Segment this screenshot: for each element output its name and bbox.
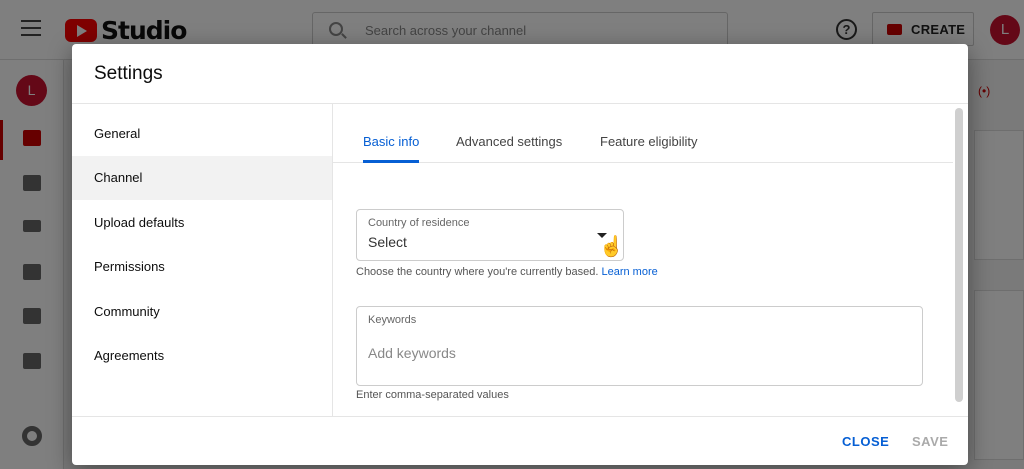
- nav-item-upload-defaults[interactable]: Upload defaults: [72, 201, 332, 245]
- country-label: Country of residence: [368, 217, 470, 229]
- learn-more-link[interactable]: Learn more: [601, 266, 657, 278]
- dialog-header: Settings: [72, 44, 968, 104]
- tab-feature-eligibility[interactable]: Feature eligibility: [600, 104, 698, 163]
- keywords-field[interactable]: Keywords: [356, 306, 923, 386]
- settings-dialog: Settings General Channel Upload defaults…: [72, 44, 968, 465]
- dialog-title: Settings: [94, 63, 163, 84]
- nav-item-permissions[interactable]: Permissions: [72, 245, 332, 289]
- content-scrollbar[interactable]: [955, 108, 963, 402]
- keywords-input[interactable]: [368, 345, 908, 361]
- country-value: Select: [368, 234, 407, 250]
- settings-nav: General Channel Upload defaults Permissi…: [72, 104, 333, 416]
- nav-item-channel[interactable]: Channel: [72, 156, 332, 200]
- keywords-helper-text: Enter comma-separated values: [356, 389, 509, 401]
- hand-cursor-icon: ☝: [599, 236, 624, 258]
- nav-item-community[interactable]: Community: [72, 290, 332, 334]
- keywords-label: Keywords: [368, 314, 417, 326]
- settings-content: Basic info Advanced settings Feature eli…: [333, 104, 968, 416]
- country-helper: Choose the country where you're currentl…: [356, 266, 599, 278]
- dialog-footer: CLOSE SAVE: [72, 416, 968, 465]
- nav-item-general[interactable]: General: [72, 112, 332, 156]
- tab-advanced-settings[interactable]: Advanced settings: [456, 104, 562, 163]
- country-helper-text: Choose the country where you're currentl…: [356, 266, 658, 278]
- tab-bar: Basic info Advanced settings Feature eli…: [333, 104, 953, 163]
- close-button[interactable]: CLOSE: [842, 434, 889, 449]
- country-select[interactable]: Country of residence Select ☝: [356, 209, 624, 261]
- tab-basic-info[interactable]: Basic info: [363, 104, 420, 163]
- save-button[interactable]: SAVE: [912, 434, 948, 449]
- nav-item-agreements[interactable]: Agreements: [72, 334, 332, 378]
